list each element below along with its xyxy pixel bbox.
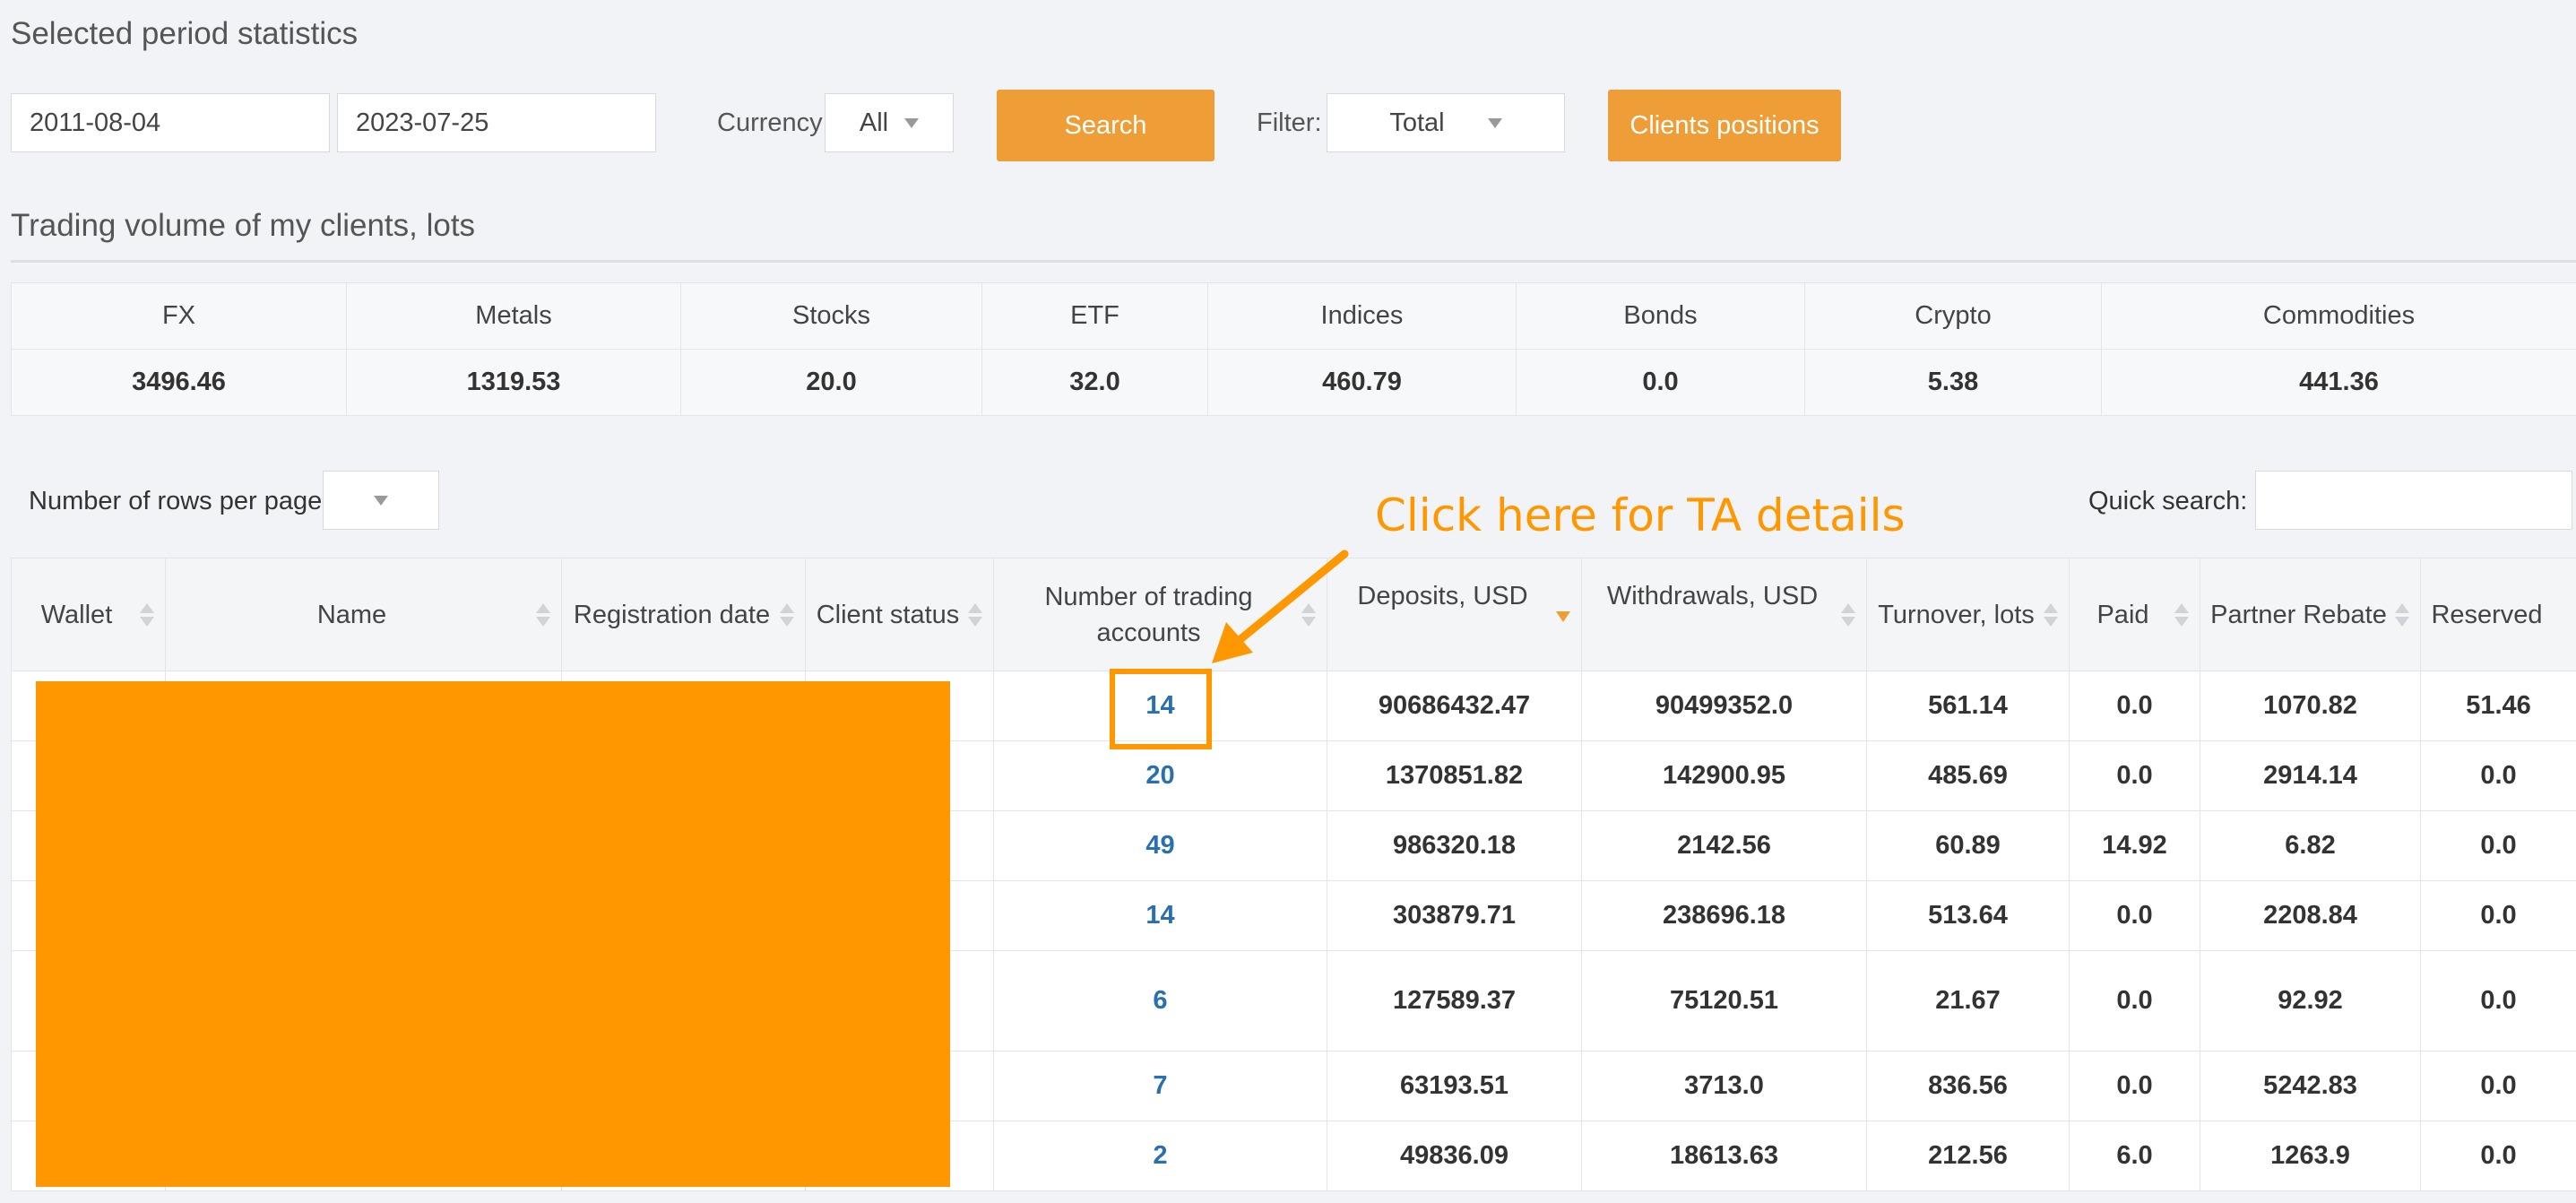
annotation-arrow-icon [1212,550,1349,663]
